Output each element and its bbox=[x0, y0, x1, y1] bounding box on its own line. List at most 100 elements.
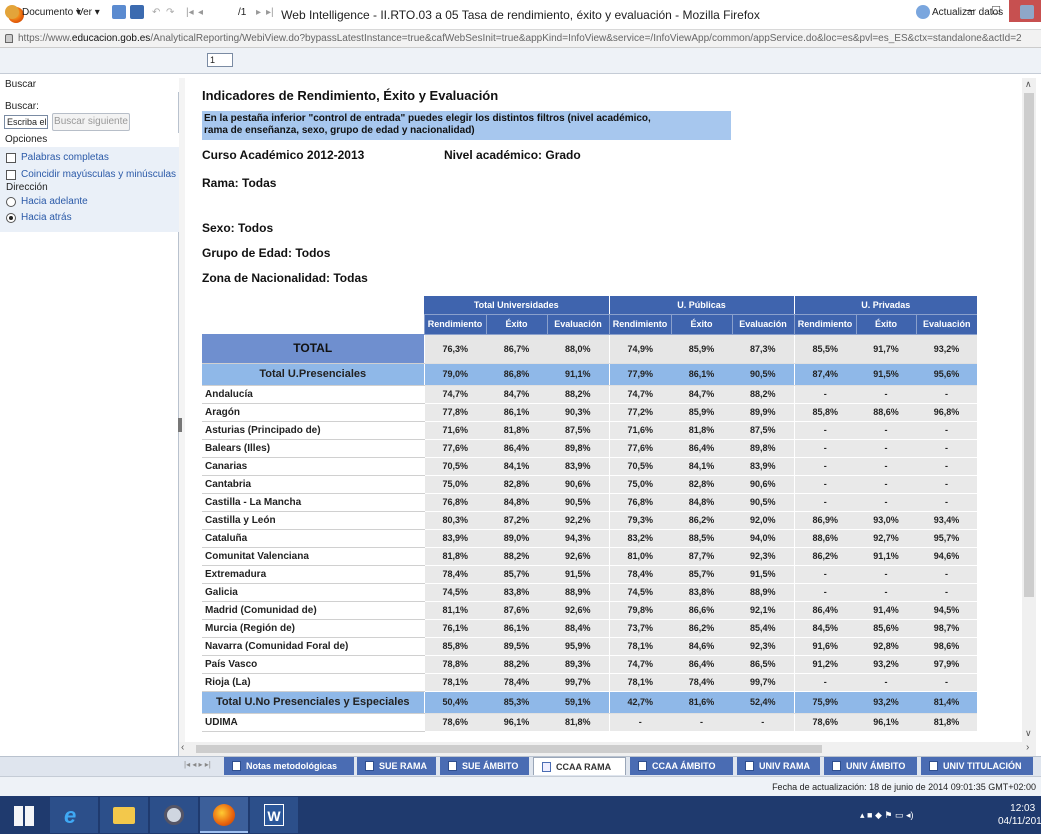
backward-radio[interactable] bbox=[6, 213, 16, 223]
first-page-icon[interactable]: |◂ bbox=[186, 4, 194, 22]
blank-cell bbox=[202, 314, 424, 334]
column-header: Éxito bbox=[485, 314, 547, 335]
tab-sue-ambito[interactable]: SUE ÁMBITO bbox=[440, 757, 529, 775]
column-header: Éxito bbox=[670, 314, 732, 335]
horizontal-scroll-thumb[interactable] bbox=[196, 745, 822, 753]
scroll-right-icon[interactable]: › bbox=[1026, 742, 1029, 753]
value-cell: 90,3% bbox=[547, 403, 609, 422]
row-label: Asturias (Principado de) bbox=[202, 421, 424, 440]
documento-menu[interactable]: Documento ▾ bbox=[22, 4, 81, 22]
tab-ccaa-ambito[interactable]: CCAA ÁMBITO bbox=[630, 757, 733, 775]
undo-icon[interactable]: ↶ bbox=[152, 4, 160, 22]
value-cell: 77,8% bbox=[423, 403, 486, 422]
value-cell: 76,3% bbox=[423, 334, 486, 364]
app-icon[interactable] bbox=[150, 797, 198, 833]
value-cell: - bbox=[793, 673, 857, 692]
value-cell: 95,6% bbox=[916, 363, 978, 386]
value-cell: 76,8% bbox=[608, 493, 671, 512]
page-input[interactable]: 1 bbox=[207, 53, 233, 67]
tab-sue-rama[interactable]: SUE RAMA bbox=[357, 757, 436, 775]
column-header: Rendimiento bbox=[608, 314, 671, 335]
redo-icon[interactable]: ↷ bbox=[166, 4, 174, 22]
windows-start-icon[interactable] bbox=[14, 806, 34, 826]
value-cell: 94,5% bbox=[916, 601, 978, 620]
value-cell: 85,6% bbox=[856, 619, 917, 638]
find-icon[interactable] bbox=[130, 5, 144, 19]
value-cell: 74,5% bbox=[423, 583, 486, 602]
table-row: Extremadura 78,4% 85,7% 91,5% 78,4% 85,7% 91,5… bbox=[202, 565, 978, 584]
value-cell: 88,0% bbox=[547, 334, 609, 364]
scroll-down-icon[interactable]: ∨ bbox=[1025, 728, 1032, 739]
layout-icon[interactable] bbox=[1020, 5, 1034, 19]
value-cell: 75,0% bbox=[608, 475, 671, 494]
value-cell: 84,1% bbox=[671, 457, 732, 476]
tab-univ-ambito[interactable]: UNIV ÁMBITO bbox=[824, 757, 917, 775]
info-line-2: rama de enseñanza, sexo, grupo de edad y… bbox=[204, 125, 475, 136]
column-header: Éxito bbox=[855, 314, 917, 335]
next-page-icon[interactable]: ▸ bbox=[256, 4, 261, 22]
tab-nav-icons[interactable]: |◂ ◂ ▸ ▸| bbox=[184, 760, 211, 769]
row-label: Galicia bbox=[202, 583, 424, 602]
value-cell: 78,1% bbox=[608, 673, 671, 692]
value-cell: - bbox=[856, 385, 917, 404]
prev-page-icon[interactable]: ◂ bbox=[198, 4, 203, 22]
value-cell: 83,8% bbox=[486, 583, 547, 602]
tray-icons[interactable]: ▴ ■ ◆ ⚑ ▭ ◂) bbox=[860, 810, 913, 821]
value-cell: 92,0% bbox=[732, 511, 795, 530]
tree-icon[interactable] bbox=[112, 5, 126, 19]
value-cell: 77,2% bbox=[608, 403, 671, 422]
tab-univ-titulacion[interactable]: UNIV TITULACIÓN bbox=[921, 757, 1033, 775]
last-page-icon[interactable]: ▸| bbox=[266, 4, 274, 22]
column-header-row: Rendimiento Éxito Evaluación Rendimiento Éxi… bbox=[202, 314, 978, 335]
whole-words-label: Palabras completas bbox=[21, 152, 109, 163]
value-cell: 85,4% bbox=[732, 619, 795, 638]
value-cell: 88,5% bbox=[671, 529, 732, 548]
value-cell: - bbox=[856, 493, 917, 512]
refresh-data-button[interactable]: Actualizar datos bbox=[932, 4, 1003, 22]
clock[interactable]: 12:03 04/11/2014 bbox=[998, 802, 1041, 828]
value-cell: 94,3% bbox=[547, 529, 609, 548]
ie-app-icon[interactable]: e bbox=[50, 797, 98, 833]
row-label: UDIMA bbox=[202, 713, 424, 732]
value-cell: 91,5% bbox=[547, 565, 609, 584]
value-cell: 88,9% bbox=[732, 583, 795, 602]
value-cell: 89,9% bbox=[732, 403, 795, 422]
value-cell: 96,8% bbox=[916, 403, 978, 422]
tab-ccaa-rama[interactable]: CCAA RAMA bbox=[533, 757, 626, 775]
value-cell: 88,6% bbox=[856, 403, 917, 422]
value-cell: 42,7% bbox=[608, 691, 671, 714]
value-cell: 74,5% bbox=[608, 583, 671, 602]
value-cell: 87,6% bbox=[486, 601, 547, 620]
search-input[interactable]: Escriba el te bbox=[4, 115, 48, 129]
table-row: Canarias 70,5% 84,1% 83,9% 70,5% 84,1% 83,9% - -… bbox=[202, 457, 978, 476]
value-cell: 83,9% bbox=[547, 457, 609, 476]
scroll-up-icon[interactable]: ∧ bbox=[1025, 79, 1032, 90]
value-cell: 86,1% bbox=[486, 619, 547, 638]
word-app-icon[interactable]: W bbox=[250, 797, 298, 833]
ver-menu[interactable]: Ver ▾ bbox=[77, 4, 100, 22]
clock-time: 12:03 bbox=[1010, 803, 1036, 814]
explorer-app-icon[interactable] bbox=[100, 797, 148, 833]
value-cell: - bbox=[793, 439, 857, 458]
value-cell: - bbox=[793, 475, 857, 494]
row-label: Extremadura bbox=[202, 565, 424, 584]
whole-words-checkbox[interactable] bbox=[6, 153, 16, 163]
tab-notas[interactable]: Notas metodológicas bbox=[224, 757, 354, 775]
forward-radio[interactable] bbox=[6, 197, 16, 207]
match-case-checkbox[interactable] bbox=[6, 170, 16, 180]
tab-univ-rama[interactable]: UNIV RAMA bbox=[737, 757, 820, 775]
tab-doc-icon bbox=[232, 761, 241, 771]
value-cell: 91,1% bbox=[856, 547, 917, 566]
splitter-grip-icon[interactable] bbox=[178, 418, 182, 432]
value-cell: 84,5% bbox=[793, 619, 857, 638]
row-label: Murcia (Región de) bbox=[202, 619, 424, 638]
column-header: Evaluación bbox=[915, 314, 978, 335]
table-row: Madrid (Comunidad de) 81,1% 87,6% 92,6% 79,8… bbox=[202, 601, 978, 620]
vertical-scroll-thumb[interactable] bbox=[1024, 93, 1034, 597]
url-bar[interactable]: https://www.educacion.gob.es/AnalyticalR… bbox=[0, 30, 1041, 48]
scroll-left-icon[interactable]: ‹ bbox=[181, 742, 184, 753]
value-cell: - bbox=[793, 493, 857, 512]
search-next-button[interactable]: Buscar siguiente bbox=[52, 113, 130, 131]
value-cell: 81,8% bbox=[916, 713, 978, 732]
firefox-app-icon[interactable] bbox=[200, 797, 248, 833]
